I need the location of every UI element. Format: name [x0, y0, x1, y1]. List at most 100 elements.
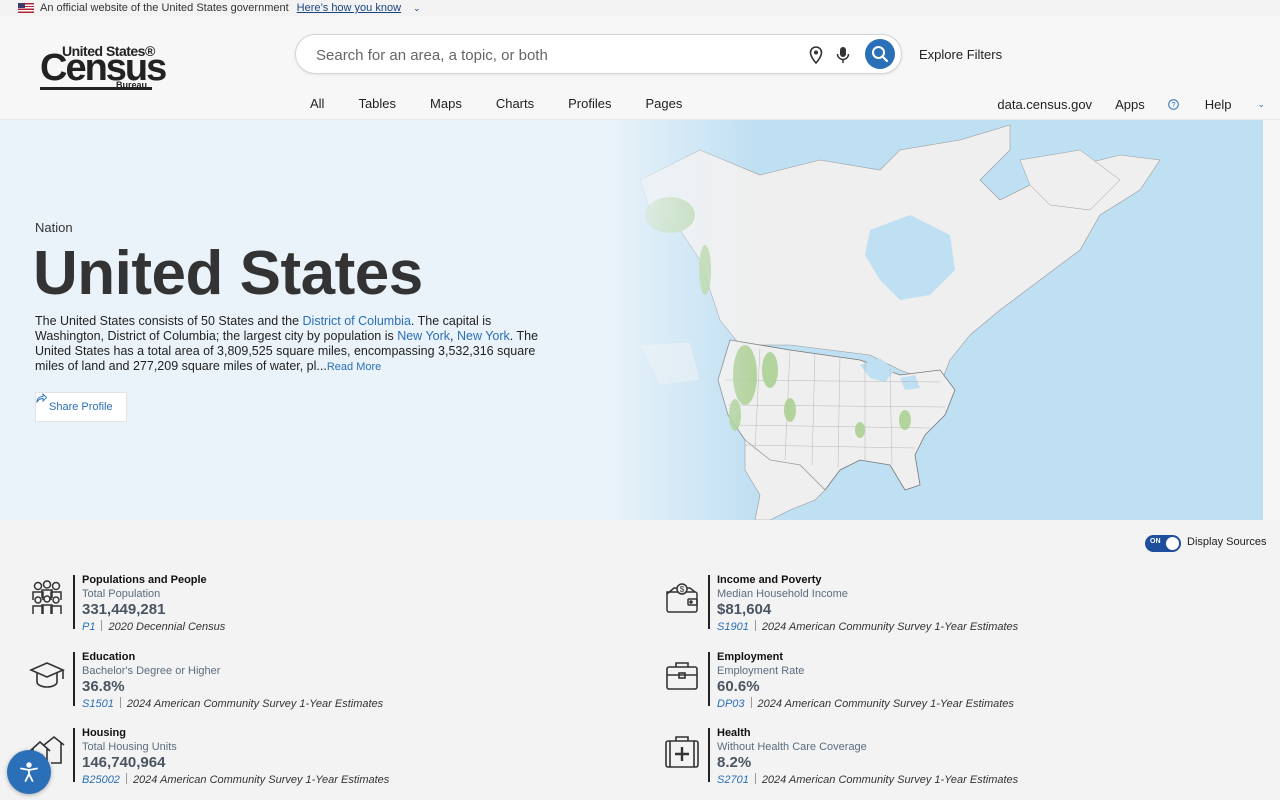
display-sources-toggle[interactable]: ON [1145, 535, 1181, 552]
stat-source: DP03 2024 American Community Survey 1-Yea… [717, 697, 1014, 710]
search-icon [872, 46, 889, 63]
microphone-icon[interactable] [836, 46, 850, 64]
stat-divider [708, 652, 710, 706]
hero-section: Nation United States The United States c… [0, 120, 1263, 520]
stat-divider [708, 728, 710, 782]
share-icon [36, 393, 47, 403]
stat-value: 331,449,281 [82, 601, 166, 618]
stat-label: Total Housing Units [82, 741, 177, 753]
stat-value: $81,604 [717, 601, 772, 618]
stat-heading: Education [82, 651, 136, 663]
stat-divider [73, 728, 75, 782]
tab-all[interactable]: All [310, 96, 324, 111]
stat-value: 8.2% [717, 754, 752, 771]
table-code-link[interactable]: DP03 [717, 698, 745, 710]
site-header: United States® Census Bureau Explore Fil… [0, 16, 1280, 120]
help-icon: ? [1167, 99, 1179, 110]
table-code-link[interactable]: B25002 [82, 774, 120, 786]
accessibility-button[interactable] [7, 750, 51, 794]
result-type-tabs: All Tables Maps Charts Profiles Pages [310, 96, 716, 111]
how-you-know-link[interactable]: Here’s how you know [297, 2, 401, 14]
people-icon [32, 580, 62, 614]
header-right-links: data.census.gov Apps ? Help ⌄ [974, 97, 1265, 112]
source-name: 2020 Decennial Census [108, 621, 226, 633]
svg-text:?: ? [1171, 100, 1175, 109]
stat-label: Total Population [82, 588, 161, 600]
stat-source: B25002 2024 American Community Survey 1-Y… [82, 773, 389, 786]
display-sources-label: Display Sources [1187, 536, 1267, 548]
source-name: 2024 American Community Survey 1-Year Es… [761, 774, 1019, 786]
data-census-gov-link[interactable]: data.census.gov [997, 97, 1092, 112]
share-profile-label: Share Profile [49, 401, 113, 413]
geography-level: Nation [35, 220, 73, 235]
tab-charts[interactable]: Charts [496, 96, 534, 111]
stat-source: P1 2020 Decennial Census [82, 620, 225, 633]
stat-heading: Housing [82, 727, 126, 739]
source-separator [754, 773, 756, 784]
explore-filters-link[interactable]: Explore Filters [919, 47, 1002, 62]
table-code-link[interactable]: P1 [82, 621, 95, 633]
source-separator [119, 697, 121, 708]
apps-link[interactable]: Apps [1115, 97, 1145, 112]
stat-divider [708, 575, 710, 629]
accessibility-icon [20, 762, 38, 782]
read-more-link[interactable]: Read More [327, 361, 381, 373]
source-name: 2024 American Community Survey 1-Year Es… [132, 774, 390, 786]
chevron-down-icon[interactable]: ⌄ [413, 3, 421, 14]
logo-line3: Bureau [116, 80, 148, 90]
gov-banner: An official website of the United States… [0, 0, 1280, 16]
medical-kit-icon [665, 736, 699, 768]
svg-text:$: $ [680, 585, 685, 594]
wallet-icon: $ [666, 583, 698, 613]
source-separator [750, 697, 752, 708]
desc-text-1: The United States consists of 50 States … [35, 314, 303, 328]
briefcase-icon [666, 662, 698, 690]
us-flag-icon [18, 3, 34, 13]
stat-value: 146,740,964 [82, 754, 166, 771]
chevron-down-icon: ⌄ [1257, 99, 1265, 109]
source-separator [101, 620, 103, 631]
tab-tables[interactable]: Tables [358, 96, 396, 111]
search-input[interactable] [316, 44, 786, 66]
toggle-knob [1166, 537, 1179, 550]
stat-source: S1901 2024 American Community Survey 1-Ye… [717, 620, 1018, 633]
table-code-link[interactable]: S1901 [717, 621, 749, 633]
table-code-link[interactable]: S1501 [82, 698, 114, 710]
stat-heading: Employment [717, 651, 784, 663]
stat-heading: Populations and People [82, 574, 207, 586]
share-profile-button[interactable]: Share Profile [35, 392, 127, 422]
source-name: 2024 American Community Survey 1-Year Es… [757, 698, 1014, 710]
source-separator [754, 620, 756, 631]
stat-heading: Income and Poverty [717, 574, 822, 586]
search-button[interactable] [865, 39, 895, 69]
stat-divider [73, 575, 75, 629]
source-name: 2024 American Community Survey 1-Year Es… [126, 698, 384, 710]
new-york-state-link[interactable]: New York [457, 329, 510, 343]
location-pin-icon[interactable] [808, 46, 824, 64]
stat-label: Employment Rate [717, 665, 805, 677]
tab-pages[interactable]: Pages [645, 96, 682, 111]
tab-maps[interactable]: Maps [430, 96, 462, 111]
stat-divider [73, 652, 75, 706]
stat-source: S1501 2024 American Community Survey 1-Ye… [82, 697, 383, 710]
stat-label: Without Health Care Coverage [717, 741, 867, 753]
stat-label: Bachelor's Degree or Higher [82, 665, 221, 677]
key-statistics: ON Display Sources Populations and Peopl… [0, 520, 1280, 800]
tab-profiles[interactable]: Profiles [568, 96, 611, 111]
stat-source: S2701 2024 American Community Survey 1-Ye… [717, 773, 1018, 786]
table-code-link[interactable]: S2701 [717, 774, 749, 786]
district-of-columbia-link[interactable]: District of Columbia [303, 314, 411, 328]
help-label: Help [1204, 97, 1232, 112]
new-york-city-link[interactable]: New York [397, 329, 450, 343]
stat-value: 36.8% [82, 678, 125, 695]
stat-heading: Health [717, 727, 751, 739]
profile-description: The United States consists of 50 States … [35, 314, 550, 375]
graduation-cap-icon [29, 662, 65, 688]
desc-comma: , [450, 329, 457, 343]
stat-value: 60.6% [717, 678, 760, 695]
help-menu[interactable]: ? Help ⌄ [1167, 97, 1265, 112]
source-separator [125, 773, 127, 784]
gov-banner-text: An official website of the United States… [40, 2, 289, 14]
stat-label: Median Household Income [717, 588, 848, 600]
census-logo[interactable]: United States® Census Bureau [40, 43, 167, 93]
